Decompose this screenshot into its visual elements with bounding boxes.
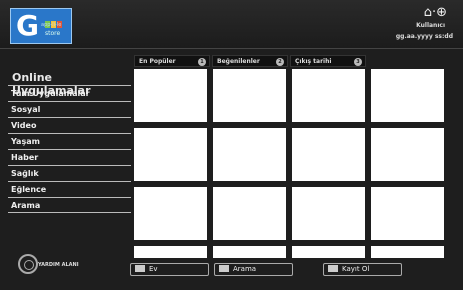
search-button[interactable]: Arama (214, 263, 293, 276)
register-button[interactable]: Kayıt Ol (323, 263, 402, 276)
app-tile[interactable] (371, 246, 444, 258)
sidebar-item-life[interactable]: Yaşam (8, 133, 131, 149)
home-button-label: Ev (149, 265, 158, 273)
tab-release-date-number: 3 (354, 58, 362, 66)
help-label: YARDIM ALANI (38, 262, 79, 268)
app-tile[interactable] (292, 246, 365, 258)
tab-popular-number: 1 (198, 58, 206, 66)
app-tile[interactable] (213, 69, 286, 122)
tab-popular-label: En Popüler (139, 58, 176, 65)
logo-color-bars (45, 13, 65, 28)
sidebar-title: Online Uygulamalar (12, 71, 91, 97)
tab-popular[interactable]: En Popüler 1 (134, 55, 210, 67)
app-tile[interactable] (134, 128, 207, 181)
datetime: gg.aa.yyyy ss:dd (395, 33, 453, 40)
app-store-logo[interactable]: G app-li-le store (10, 8, 72, 44)
tab-liked-label: Beğenilenler (217, 58, 260, 65)
sidebar: Online Uygulamalar Tüm Uygulamalar Sosya… (8, 68, 131, 213)
app-tile[interactable] (292, 187, 365, 240)
app-tile[interactable] (371, 187, 444, 240)
key-icon (219, 264, 229, 272)
logo-line2: store (45, 30, 61, 37)
tab-liked-number: 2 (276, 58, 284, 66)
home-globe-icon[interactable]: ⌂·⊕ (424, 5, 447, 20)
sidebar-item-video[interactable]: Video (8, 117, 131, 133)
key-icon (135, 264, 145, 272)
logo-letter: G (16, 9, 39, 42)
logo-line1: app-li-le (41, 22, 62, 28)
app-tile[interactable] (371, 69, 444, 122)
home-button[interactable]: Ev (130, 263, 209, 276)
app-tile[interactable] (292, 69, 365, 122)
app-tile[interactable] (134, 69, 207, 122)
top-bar: G app-li-le store ⌂·⊕ Kullanıcı gg.aa.yy… (0, 0, 463, 49)
app-tile[interactable] (292, 128, 365, 181)
app-tile[interactable] (213, 187, 286, 240)
app-grid (134, 69, 452, 258)
sidebar-item-news[interactable]: Haber (8, 149, 131, 165)
tab-liked[interactable]: Beğenilenler 2 (212, 55, 288, 67)
sidebar-item-health[interactable]: Sağlık (8, 165, 131, 181)
register-button-label: Kayıt Ol (342, 265, 370, 273)
app-tile[interactable] (134, 246, 207, 258)
sidebar-item-all[interactable]: Tüm Uygulamalar (8, 85, 131, 101)
app-tile[interactable] (213, 246, 286, 258)
app-tile[interactable] (134, 187, 207, 240)
user-label: Kullanıcı (416, 22, 445, 29)
sidebar-item-social[interactable]: Sosyal (8, 101, 131, 117)
tab-release-date-label: Çıkış tarihi (295, 58, 332, 65)
app-tile[interactable] (213, 128, 286, 181)
sidebar-item-fun[interactable]: Eğlence (8, 181, 131, 197)
search-button-label: Arama (233, 265, 257, 273)
tab-release-date[interactable]: Çıkış tarihi 3 (290, 55, 366, 67)
app-tile[interactable] (371, 128, 444, 181)
tab-bar: En Popüler 1 Beğenilenler 2 Çıkış tarihi… (134, 55, 463, 68)
sidebar-item-search[interactable]: Arama (8, 197, 131, 213)
key-icon (328, 264, 338, 272)
help-dpad-icon[interactable] (18, 254, 38, 274)
